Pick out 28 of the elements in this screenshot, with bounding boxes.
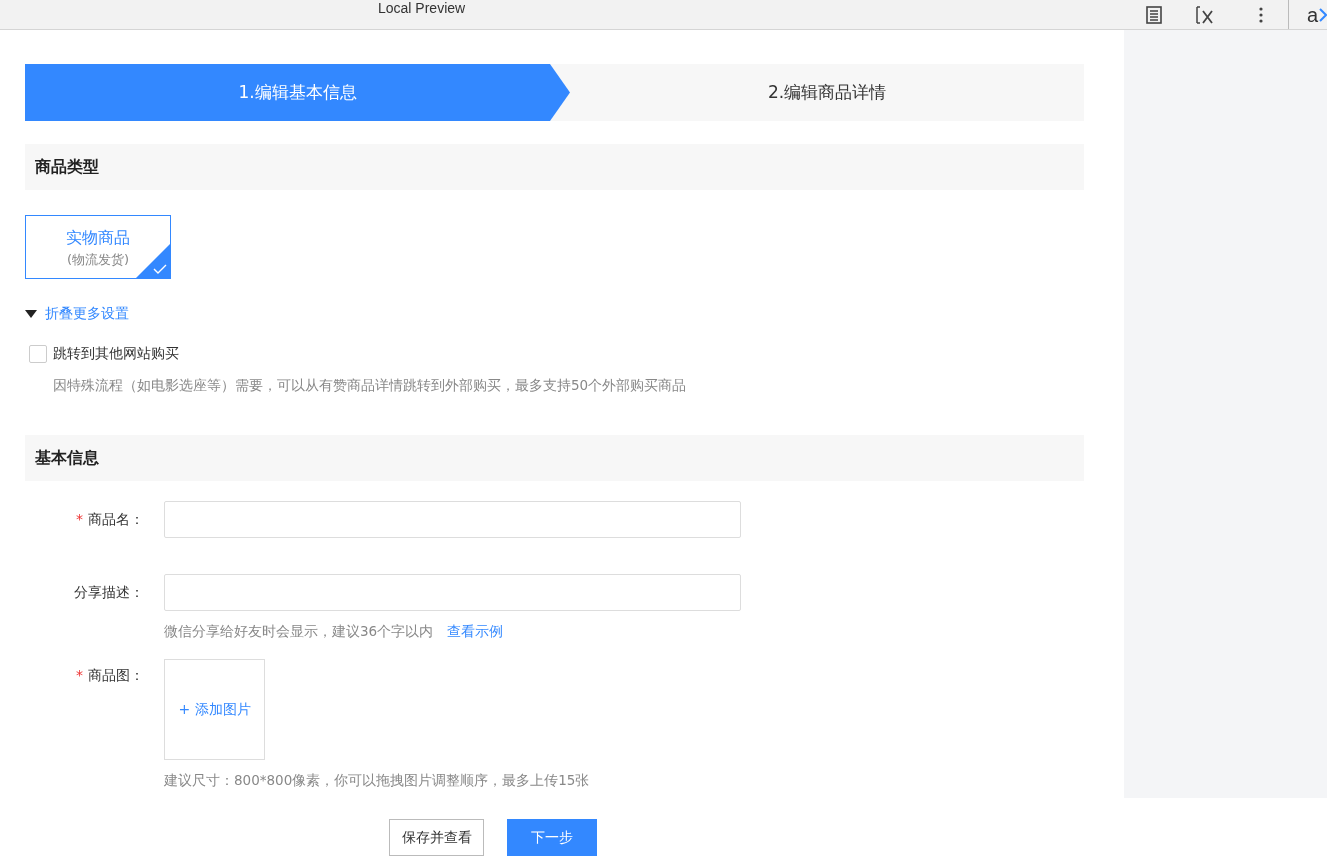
example-link[interactable]: 查看示例 bbox=[447, 623, 504, 641]
document-icon[interactable] bbox=[1145, 5, 1162, 24]
field-label: 分享描述： bbox=[73, 583, 145, 602]
add-image-button[interactable]: + 添加图片 bbox=[164, 659, 265, 760]
check-icon bbox=[136, 244, 170, 278]
section-header: 基本信息 bbox=[25, 435, 1084, 481]
step-tab[interactable]: 1.编辑基本信息 bbox=[25, 64, 570, 121]
option-card[interactable]: 实物商品 (物流发货) bbox=[25, 215, 171, 279]
field-label: * 商品图： bbox=[75, 666, 145, 685]
section-header: 商品类型 bbox=[25, 144, 1084, 190]
field-label: * 商品名： bbox=[75, 510, 145, 529]
checkbox-label: 跳转到其他网站购买 bbox=[53, 345, 179, 363]
formula-icon[interactable] bbox=[1194, 4, 1215, 25]
triangle-icon bbox=[25, 309, 37, 319]
step-tab[interactable]: 2.编辑商品详情 bbox=[570, 64, 1084, 121]
save-button[interactable]: 保存并查看 bbox=[389, 819, 484, 856]
input-field[interactable] bbox=[164, 574, 741, 611]
hint-text: 建议尺寸：800*800像素，你可以拖拽图片调整顺序，最多上传15张 bbox=[164, 772, 590, 790]
checkbox[interactable] bbox=[29, 345, 47, 363]
hint-text: 微信分享给好友时会显示，建议36个字以内 bbox=[164, 623, 434, 641]
input-field[interactable] bbox=[164, 501, 741, 538]
brand-logo-text: a bbox=[1306, 4, 1318, 25]
more-icon[interactable] bbox=[1258, 6, 1263, 23]
chevron-icon bbox=[1319, 7, 1327, 22]
window-title: Local Preview bbox=[378, 0, 466, 16]
hint-text: 因特殊流程（如电影选座等）需要，可以从有赞商品详情跳转到外部购买，最多支持50个外部购买商品 bbox=[53, 377, 688, 395]
collapse-settings-link[interactable]: 折叠更多设置 bbox=[25, 305, 129, 323]
next-step-button[interactable]: 下一步 bbox=[507, 819, 597, 856]
